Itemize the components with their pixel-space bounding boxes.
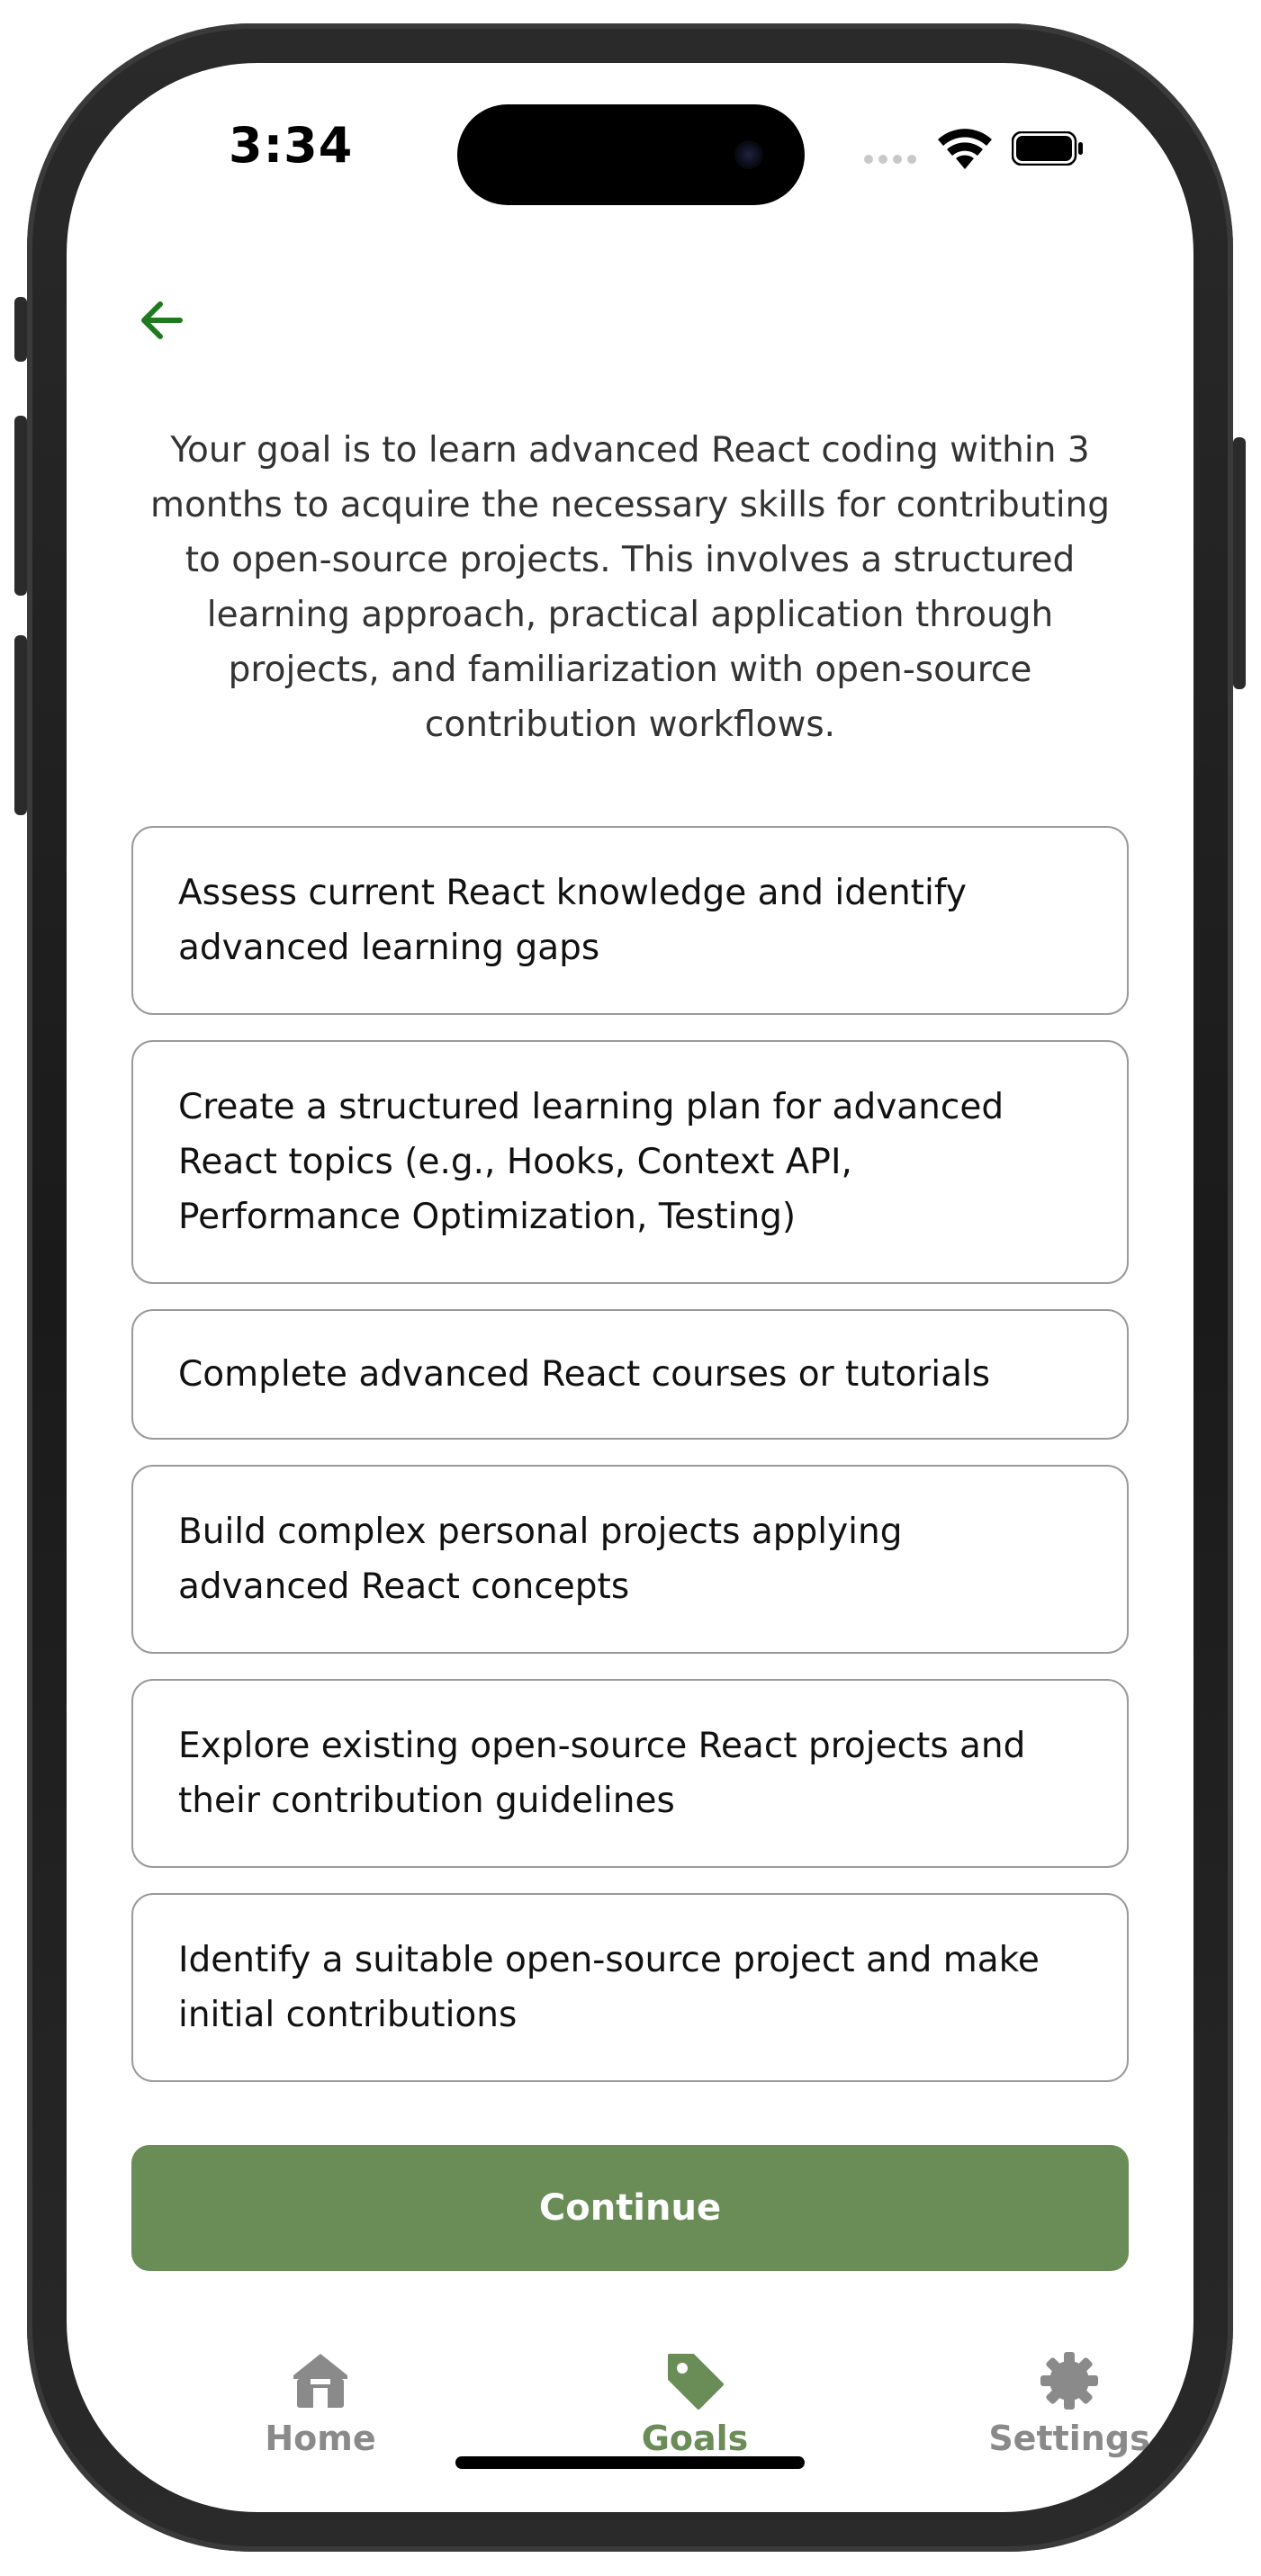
tab-bar: Home Goals Settings <box>67 2348 1193 2474</box>
front-camera <box>734 140 763 169</box>
step-card[interactable]: Explore existing open-source React proje… <box>131 1679 1129 1868</box>
goal-summary: Your goal is to learn advanced React cod… <box>149 430 1111 745</box>
step-card[interactable]: Create a structured learning plan for ad… <box>131 1040 1129 1284</box>
power-button <box>1233 437 1246 689</box>
cellular-signal-icon <box>864 155 916 164</box>
status-bar: 3:34 <box>67 63 1193 243</box>
tab-home-label: Home <box>265 2419 376 2458</box>
home-icon <box>293 2354 347 2408</box>
volume-down-button <box>14 635 27 815</box>
step-card[interactable]: Assess current React knowledge and ident… <box>131 826 1129 1015</box>
tab-settings[interactable]: Settings <box>934 2348 1193 2458</box>
action-button <box>14 297 27 362</box>
volume-up-button <box>14 416 27 596</box>
tab-goals-label: Goals <box>641 2419 749 2458</box>
step-card[interactable]: Complete advanced React courses or tutor… <box>131 1309 1129 1440</box>
continue-button[interactable]: Continue <box>131 2145 1129 2271</box>
tag-icon <box>668 2354 724 2410</box>
status-time: 3:34 <box>229 117 354 174</box>
step-card[interactable]: Build complex personal projects applying… <box>131 1465 1129 1654</box>
screen: 3:34 Your goal is to learn advanced Reac… <box>67 63 1193 2512</box>
home-indicator[interactable] <box>455 2456 805 2469</box>
battery-icon <box>1012 131 1083 166</box>
tab-home[interactable]: Home <box>185 2348 455 2458</box>
dynamic-island <box>457 104 805 205</box>
tab-goals[interactable]: Goals <box>560 2348 830 2458</box>
tab-settings-label: Settings <box>988 2419 1150 2458</box>
steps-list: Assess current React knowledge and ident… <box>131 826 1129 2082</box>
gear-icon <box>1040 2352 1098 2410</box>
step-card[interactable]: Identify a suitable open-source project … <box>131 1893 1129 2082</box>
wifi-icon <box>938 129 992 169</box>
phone-frame: 3:34 Your goal is to learn advanced Reac… <box>14 23 1246 2552</box>
arrow-left-icon[interactable] <box>135 293 189 347</box>
